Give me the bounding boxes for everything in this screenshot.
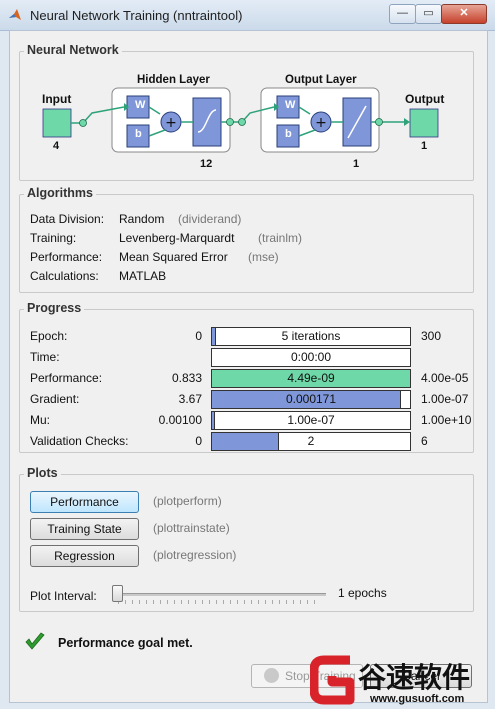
progress-row-start: 0	[195, 329, 202, 343]
training-state-plot-button[interactable]: Training State	[30, 518, 139, 540]
hidden-layer-label: Hidden Layer	[137, 74, 210, 86]
regression-plot-hint: (plotregression)	[153, 548, 237, 562]
progress-group: Progress Epoch: 0 5 iterations 300 Time: 0:00…	[19, 301, 474, 453]
title-bar: Neural Network Training (nntraintool) — …	[0, 0, 495, 31]
performance-plot-button[interactable]: Performance	[30, 491, 139, 513]
plot-interval-label: Plot Interval:	[30, 589, 97, 603]
training-state-plot-hint: (plottrainstate)	[153, 521, 230, 535]
algorithm-row-label: Performance:	[30, 250, 103, 264]
progress-bar: 5 iterations	[211, 327, 411, 346]
progress-bar: 2	[211, 432, 411, 451]
algorithm-row-fn: (dividerand)	[178, 212, 242, 226]
input-block	[42, 108, 72, 138]
progress-bar-value: 1.00e-07	[287, 413, 335, 427]
plot-interval-slider[interactable]	[112, 585, 326, 605]
progress-row-label: Validation Checks:	[30, 434, 129, 448]
plots-group-title: Plots	[24, 466, 61, 480]
hidden-bias-label: b	[135, 128, 142, 140]
progress-row-start: 0.00100	[158, 413, 202, 427]
input-label: Input	[42, 92, 72, 106]
svg-text:+: +	[315, 115, 327, 131]
plot-interval-value: 1 epochs	[338, 586, 387, 600]
progress-row-label: Gradient:	[30, 392, 80, 406]
plots-group: Plots Performance (plotperform) Training…	[19, 466, 474, 612]
progress-row-label: Time:	[30, 350, 60, 364]
progress-row-end: 6	[421, 434, 428, 448]
hidden-weight-label: W	[135, 99, 146, 111]
status-message: Performance goal met.	[58, 636, 193, 650]
stop-icon	[264, 668, 279, 683]
neural-network-group: Neural Network + + Input 4 Hidden Layer …	[19, 43, 474, 181]
progress-bar: 0:00:00	[211, 348, 411, 367]
watermark-url: www.gusuoft.com	[370, 693, 465, 705]
progress-row-label: Mu:	[30, 413, 51, 427]
progress-row-label: Performance:	[30, 371, 103, 385]
slider-thumb[interactable]	[112, 585, 123, 602]
matlab-logo-icon	[9, 9, 21, 20]
window-client-area: Neural Network + + Input 4 Hidden Layer …	[9, 30, 488, 703]
input-size: 4	[53, 140, 60, 152]
close-button[interactable]: ✕	[441, 4, 487, 24]
progress-bar: 1.00e-07	[211, 411, 411, 430]
progress-row-end: 4.00e-05	[421, 371, 469, 385]
network-diagram: + +	[42, 87, 439, 153]
output-block	[409, 108, 439, 138]
watermark-brand: 谷速软件	[358, 661, 471, 694]
output-weight-label: W	[285, 99, 296, 111]
minimize-button[interactable]: —	[389, 4, 416, 24]
progress-row-label: Epoch:	[30, 329, 68, 343]
hidden-size: 12	[200, 158, 213, 170]
algorithm-row-value: Mean Squared Error	[119, 250, 228, 264]
output-bias-label: b	[285, 128, 292, 140]
algorithm-row-value: Levenberg-Marquardt	[119, 231, 235, 245]
progress-row-end: 300	[421, 329, 442, 343]
progress-bar-value: 0.000171	[285, 392, 337, 406]
progress-row-start: 0	[195, 434, 202, 448]
progress-row-start: 3.67	[178, 392, 202, 406]
progress-row-start: 0.833	[171, 371, 202, 385]
watermark-logo	[310, 655, 355, 705]
progress-bar-value: 0:00:00	[290, 350, 332, 364]
progress-row-end: 1.00e+10	[421, 413, 472, 427]
algorithm-row-fn: (trainlm)	[258, 231, 302, 245]
progress-row-end: 1.00e-07	[421, 392, 469, 406]
algorithms-group-title: Algorithms	[24, 186, 96, 200]
output-size: 1	[421, 140, 428, 152]
progress-bar: 4.49e-09	[211, 369, 411, 388]
progress-bar-value: 4.49e-09	[287, 371, 335, 385]
check-icon	[25, 632, 45, 650]
progress-bar-value: 5 iterations	[281, 329, 341, 343]
window-title: Neural Network Training (nntraintool)	[30, 8, 243, 23]
regression-plot-button[interactable]: Regression	[30, 545, 139, 567]
algorithm-row-value: MATLAB	[119, 269, 167, 283]
algorithms-group: Algorithms Data Division: Random (divide…	[19, 186, 474, 293]
algorithm-row-label: Calculations:	[30, 269, 99, 283]
output-layer-size: 1	[353, 158, 360, 170]
algorithm-row-fn: (mse)	[248, 250, 279, 264]
progress-bar: 0.000171	[211, 390, 411, 409]
algorithm-row-label: Data Division:	[30, 212, 105, 226]
progress-group-title: Progress	[24, 301, 85, 315]
maximize-button[interactable]: ▭	[415, 4, 442, 24]
output-label: Output	[405, 92, 445, 106]
performance-plot-hint: (plotperform)	[153, 494, 222, 508]
algorithm-row-value: Random	[119, 212, 165, 226]
watermark: 谷速软件 www.gusuoft.com	[308, 652, 495, 709]
progress-bar-value: 2	[307, 434, 315, 448]
output-layer-label: Output Layer	[285, 74, 357, 86]
svg-text:+: +	[165, 115, 177, 131]
algorithm-row-label: Training:	[30, 231, 77, 245]
